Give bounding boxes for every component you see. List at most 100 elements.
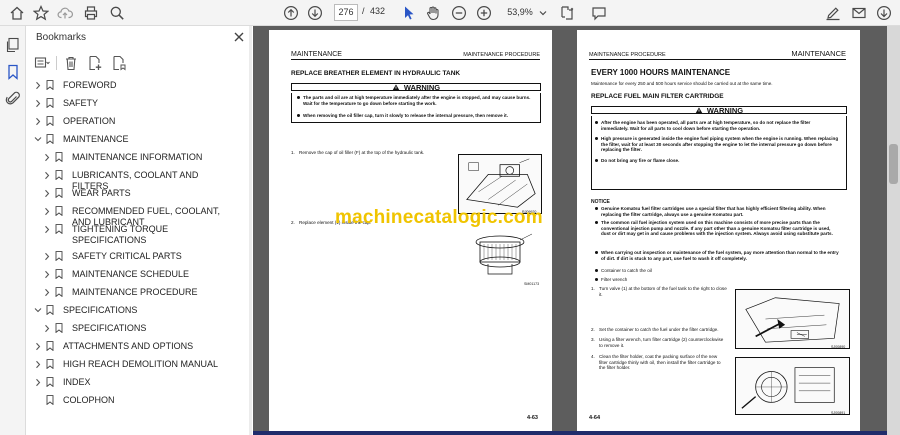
current-page-input[interactable]: 276: [334, 4, 358, 21]
bookmark-label: MAINTENANCE: [63, 134, 129, 144]
bookmarks-toolbar: [34, 54, 135, 72]
bookmark-icon: [55, 170, 63, 181]
hand-tool-icon[interactable]: [424, 3, 442, 23]
procedure-step: 4. Clean the filter holder, coat the pack…: [591, 354, 721, 371]
print-icon[interactable]: [82, 3, 100, 23]
chevron-right-icon[interactable]: [43, 252, 51, 261]
bookmark-icon: [46, 341, 54, 352]
fit-page-icon[interactable]: [558, 3, 576, 23]
bookmark-star-icon[interactable]: [32, 3, 50, 23]
cloud-upload-icon[interactable]: [56, 3, 74, 23]
bookmark-item[interactable]: ATTACHMENTS AND OPTIONS: [26, 341, 252, 352]
account-icon[interactable]: [875, 3, 893, 23]
main-toolbar: 276 / 432 53,9%: [0, 0, 900, 26]
comment-icon[interactable]: [590, 3, 608, 23]
bookmark-icon: [46, 134, 54, 145]
bookmark-item[interactable]: TIGHTENING TORQUE SPECIFICATIONS: [26, 224, 252, 246]
zoom-level[interactable]: 53,9%: [500, 4, 540, 21]
page-thumbnails-icon[interactable]: [4, 35, 22, 55]
bookmark-item[interactable]: SAFETY CRITICAL PARTS: [26, 251, 252, 262]
page-header: MAINTENANCE MAINTENANCE PROCEDURE: [291, 50, 540, 60]
chevron-right-icon[interactable]: [43, 270, 51, 279]
document-page-left: MAINTENANCE MAINTENANCE PROCEDURE REPLAC…: [269, 30, 552, 435]
bookmark-item[interactable]: WEAR PARTS: [26, 188, 252, 199]
document-page-right: MAINTENANCE PROCEDURE MAINTENANCE EVERY …: [577, 30, 860, 435]
procedure-step: 1. Turn valve (1) at the bottom of the fu…: [591, 286, 727, 297]
chevron-right-icon[interactable]: [43, 171, 51, 180]
figure-code: SM01173: [524, 282, 540, 286]
procedure-step: 1. Remove the cap of oil filler (F) at th…: [291, 150, 425, 155]
bookmark-item[interactable]: FOREWORD: [26, 80, 252, 91]
bookmark-item[interactable]: COLOPHON: [26, 395, 252, 406]
delete-bookmark-icon[interactable]: [63, 55, 79, 71]
chevron-right-icon[interactable]: [43, 153, 51, 162]
sign-edit-icon[interactable]: [824, 3, 842, 23]
home-icon[interactable]: [8, 3, 26, 23]
bookmark-item[interactable]: HIGH REACH DEMOLITION MANUAL: [26, 359, 252, 370]
sidebar-scrollbar[interactable]: [249, 26, 252, 435]
new-bookmark-icon[interactable]: [87, 55, 103, 71]
chevron-right-icon[interactable]: [43, 225, 51, 234]
bookmark-item[interactable]: MAINTENANCE INFORMATION: [26, 152, 252, 163]
bookmarks-panel-icon[interactable]: [4, 62, 22, 82]
page-header: MAINTENANCE PROCEDURE MAINTENANCE: [589, 49, 846, 60]
bookmark-options-icon[interactable]: [34, 55, 50, 71]
bookmark-icon: [46, 359, 54, 370]
chevron-right-icon[interactable]: [43, 324, 51, 333]
bookmark-item[interactable]: OPERATION: [26, 116, 252, 127]
bookmark-settings-icon[interactable]: [111, 55, 127, 71]
attachments-icon[interactable]: [4, 88, 22, 108]
next-page-icon[interactable]: [306, 3, 324, 23]
bookmark-item[interactable]: INDEX: [26, 377, 252, 388]
bookmark-icon: [46, 395, 54, 406]
bookmark-icon: [46, 305, 54, 316]
chevron-right-icon[interactable]: [43, 207, 51, 216]
subsection-title: REPLACE FUEL MAIN FILTER CARTRIDGE: [591, 93, 724, 100]
previous-page-icon[interactable]: [282, 3, 300, 23]
bookmark-item[interactable]: SAFETY: [26, 98, 252, 109]
figure-oil-filler-cap: [458, 154, 542, 214]
chevron-down-icon[interactable]: [34, 306, 42, 315]
toolbar-divider: [56, 56, 57, 70]
search-icon[interactable]: [108, 3, 126, 23]
bookmark-item[interactable]: MAINTENANCE SCHEDULE: [26, 269, 252, 280]
zoom-dropdown-chevron-icon[interactable]: [538, 3, 548, 23]
bookmark-item[interactable]: SPECIFICATIONS: [26, 305, 252, 316]
select-cursor-icon[interactable]: [400, 3, 418, 23]
bookmark-icon: [55, 287, 63, 298]
bookmark-label: COLOPHON: [63, 395, 115, 405]
bookmark-label: FOREWORD: [63, 80, 117, 90]
page-separator: /: [362, 6, 365, 16]
intro-text: Maintenance for every 250 and 500 hours …: [591, 81, 773, 86]
chevron-right-icon[interactable]: [34, 117, 42, 126]
chevron-down-icon[interactable]: [34, 135, 42, 144]
bookmark-icon: [55, 269, 63, 280]
figure-breather-element: [458, 224, 542, 286]
warning-item: Do not bring any fire or flame close.: [595, 158, 839, 164]
watermark-text: machinecatalogic.com: [335, 207, 543, 228]
bookmark-item[interactable]: MAINTENANCE PROCEDURE: [26, 287, 252, 298]
chevron-right-icon[interactable]: [34, 81, 42, 90]
figure-code: SJ00890: [831, 345, 846, 349]
total-pages: 432: [370, 6, 386, 16]
close-icon[interactable]: [232, 30, 246, 44]
share-email-icon[interactable]: [850, 3, 868, 23]
page-number: 4-64: [589, 415, 601, 421]
chevron-right-icon[interactable]: [34, 378, 42, 387]
bookmarks-title: Bookmarks: [36, 32, 87, 43]
section-title: REPLACE BREATHER ELEMENT IN HYDRAULIC TA…: [291, 70, 461, 77]
document-view[interactable]: MAINTENANCE MAINTENANCE PROCEDURE REPLAC…: [253, 26, 900, 435]
chevron-right-icon[interactable]: [43, 288, 51, 297]
zoom-in-icon[interactable]: [475, 3, 493, 23]
bookmark-icon: [55, 206, 63, 217]
document-scrollbar[interactable]: [887, 26, 900, 435]
chevron-right-icon[interactable]: [34, 342, 42, 351]
bookmark-label: SPECIFICATIONS: [72, 323, 147, 333]
zoom-out-icon[interactable]: [450, 3, 468, 23]
chevron-right-icon[interactable]: [43, 189, 51, 198]
document-scrollbar-thumb[interactable]: [889, 144, 898, 184]
bookmark-item[interactable]: MAINTENANCE: [26, 134, 252, 145]
chevron-right-icon[interactable]: [34, 360, 42, 369]
chevron-right-icon[interactable]: [34, 99, 42, 108]
bookmark-item[interactable]: SPECIFICATIONS: [26, 323, 252, 334]
